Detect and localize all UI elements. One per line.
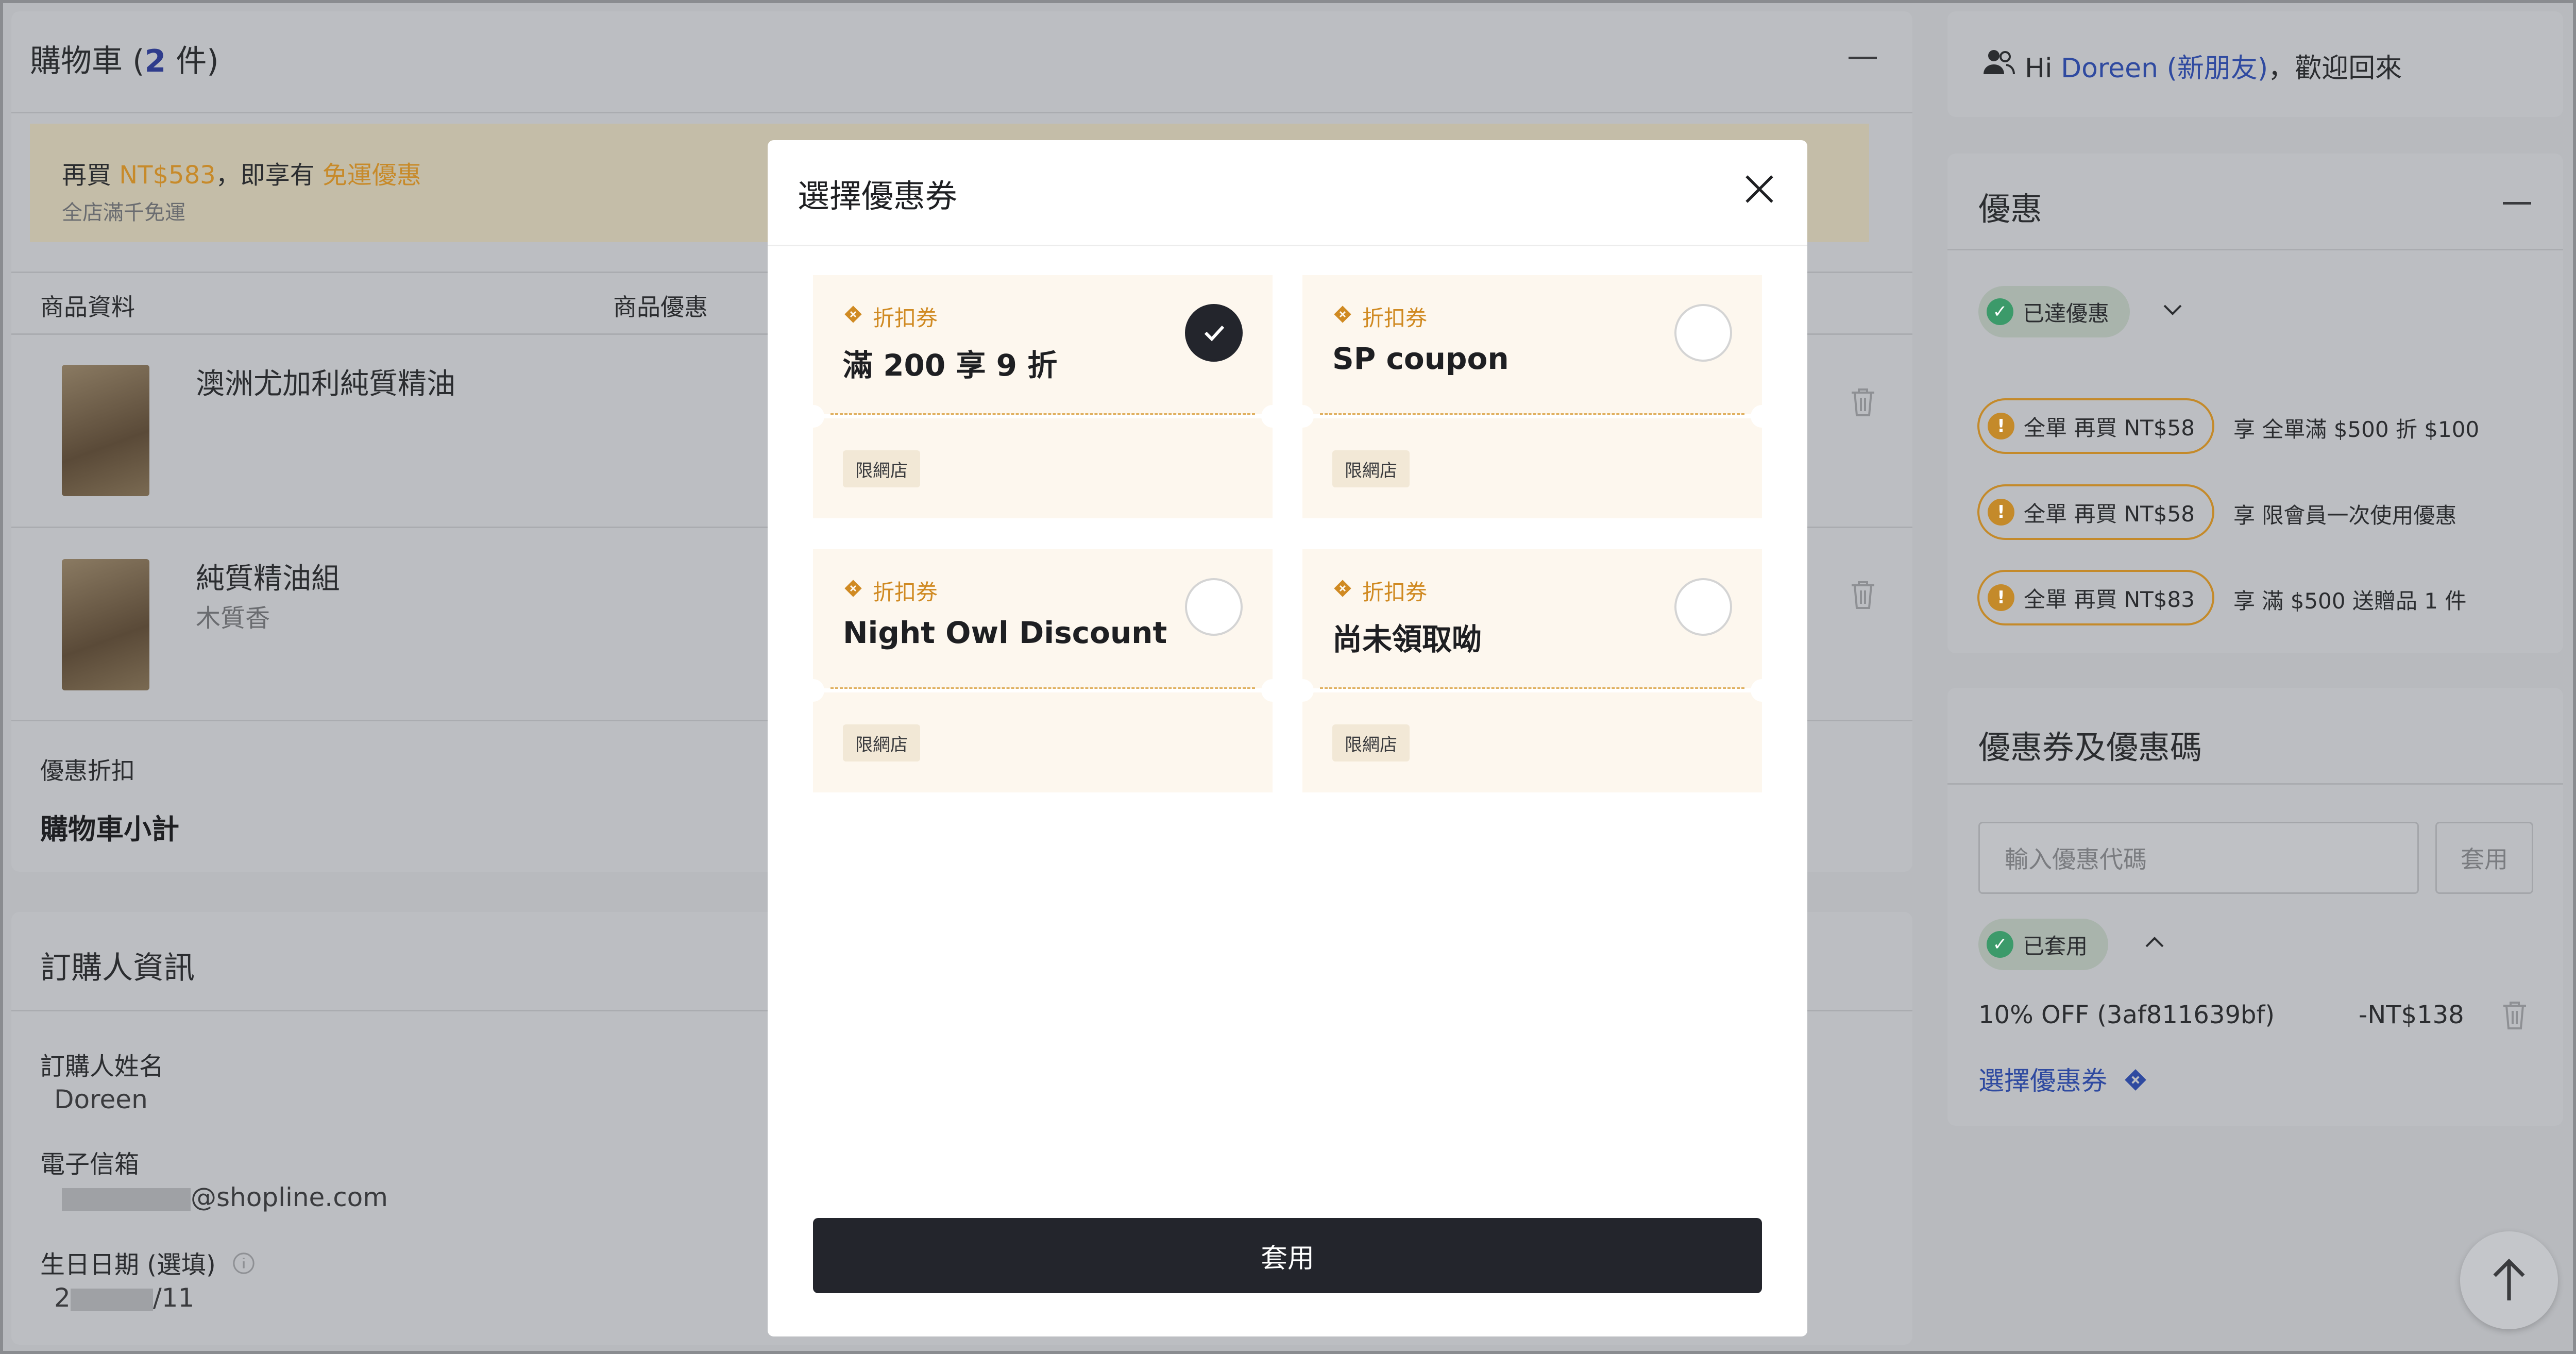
trash-icon[interactable] [1849, 578, 1877, 613]
product-name[interactable]: 純質精油組 [196, 555, 340, 597]
perforation-line [831, 413, 1255, 415]
name-label: 訂購人姓名 [40, 1052, 164, 1081]
close-icon [1745, 175, 1773, 203]
chevron-down-icon[interactable] [2161, 301, 2184, 319]
offer-description: 享 全單滿 $500 折 $100 [2233, 417, 2480, 442]
coupon-channel-tag: 限網店 [843, 450, 920, 487]
warning-icon: ! [1988, 584, 2014, 611]
perforation-line [1320, 687, 1744, 689]
greeting-text: Hi Doreen (新朋友)，歡迎回來 [2025, 53, 2402, 84]
product-name[interactable]: 澳洲尤加利純質精油 [196, 361, 455, 402]
promo-note: 全店滿千免運 [62, 201, 185, 225]
email-label: 電子信箱 [40, 1150, 140, 1179]
coupon-channel-tag: 限網店 [843, 724, 920, 761]
warning-icon: ! [1988, 413, 2014, 439]
trash-icon[interactable] [2500, 998, 2529, 1034]
product-image[interactable] [62, 365, 149, 496]
coupon-card[interactable]: 折扣券 SP coupon 限網店 [1291, 275, 1762, 518]
arrow-up-icon [2493, 1258, 2525, 1300]
column-header-discount: 商品優惠 [613, 293, 708, 321]
coupon-icon [1332, 578, 1362, 604]
coupon-radio[interactable] [1185, 578, 1243, 636]
applied-coupon-code: 10% OFF (3af811639bf) [1978, 1001, 2275, 1029]
promo-message: 再買 NT$583，即享有 免運優惠 [62, 161, 421, 190]
coupon-radio[interactable] [1674, 578, 1732, 636]
modal-title: 選擇優惠券 [798, 177, 958, 215]
divider [11, 112, 1912, 113]
offer-description: 享 滿 $500 送贈品 1 件 [2233, 588, 2467, 614]
collapse-cart-button[interactable] [1849, 57, 1877, 59]
coupon-card[interactable]: 折扣券滿 200 享 9 折限網店 [813, 275, 1284, 518]
user-icon [1982, 47, 2015, 78]
column-header-product: 商品資料 [40, 293, 135, 321]
choose-coupon-link[interactable]: 選擇優惠券 [1978, 1060, 2148, 1099]
offer-description: 享 限會員一次使用優惠 [2233, 503, 2457, 528]
coupon-type: 折扣券 [843, 575, 938, 606]
coupon-radio[interactable] [1674, 304, 1732, 362]
offer-condition-badge: ! 全單 再買 NT$58 [1977, 398, 2214, 454]
coupon-icon [843, 578, 873, 604]
collapse-offers-button[interactable] [2503, 202, 2531, 205]
perforation-line [831, 687, 1255, 689]
offer-condition-badge: ! 全單 再買 NT$83 [1977, 570, 2214, 625]
coupon-type: 折扣券 [1332, 575, 1427, 606]
coupon-select-modal: 選擇優惠券 折扣券滿 200 享 9 折限網店 折扣券 SP coupon 限網店 折扣… [768, 140, 1807, 1336]
coupon-name: Night Owl Discount [843, 615, 1167, 650]
divider [1947, 249, 2563, 250]
achieved-offers-badge[interactable]: ✓ 已達優惠 [1978, 286, 2130, 337]
product-image[interactable] [62, 559, 149, 690]
coupon-name: SP coupon [1332, 341, 1509, 376]
coupon-type: 折扣券 [843, 301, 938, 332]
masked-text [70, 1288, 153, 1311]
member-level-link[interactable]: Doreen (新朋友) [2061, 53, 2268, 84]
birthday-value: 2/11 [54, 1283, 195, 1313]
promo-code-apply-button[interactable]: 套用 [2435, 822, 2533, 894]
coupon-radio-selected[interactable] [1185, 304, 1243, 362]
ticket-notch [1291, 679, 1314, 702]
birthday-label: 生日日期 (選填) [40, 1244, 256, 1281]
warning-icon: ! [1988, 499, 2014, 526]
trash-icon[interactable] [1849, 385, 1877, 420]
coupon-channel-tag: 限網店 [1332, 450, 1410, 487]
coupon-card[interactable]: 折扣券尚未領取呦限網店 [1291, 549, 1762, 792]
applied-coupon-amount: -NT$138 [2359, 1001, 2464, 1029]
coupon-list[interactable]: 折扣券滿 200 享 9 折限網店 折扣券 SP coupon 限網店 折扣券 Night… [813, 275, 1762, 809]
offer-condition-badge: ! 全單 再買 NT$58 [1977, 484, 2214, 540]
ticket-notch [1261, 405, 1284, 428]
chevron-up-icon[interactable] [2143, 935, 2166, 953]
scroll-to-top-button[interactable] [2460, 1231, 2558, 1329]
check-icon: ✓ [1987, 931, 2013, 958]
check-icon: ✓ [1987, 298, 2013, 325]
discount-label: 優惠折扣 [40, 757, 135, 785]
cart-title: 購物車 (2 件) [30, 43, 219, 79]
coupon-channel-tag: 限網店 [1332, 724, 1410, 761]
coupon-icon [2123, 1067, 2148, 1099]
ticket-notch [1261, 679, 1284, 702]
coupon-card[interactable]: 折扣券 Night Owl Discount 限網店 [813, 549, 1284, 792]
product-variant: 木質香 [196, 604, 270, 633]
offers-title: 優惠 [1978, 190, 2043, 228]
coupons-title: 優惠券及優惠碼 [1978, 729, 2202, 766]
coupon-icon [1332, 304, 1362, 330]
name-value: Doreen [54, 1085, 148, 1114]
coupon-type: 折扣券 [1332, 301, 1427, 332]
coupon-name: 滿 200 享 9 折 [843, 348, 1058, 383]
email-value: @shopline.com [62, 1182, 388, 1212]
buyer-info-title: 訂購人資訊 [40, 950, 195, 986]
applied-badge[interactable]: ✓ 已套用 [1978, 919, 2109, 970]
coupon-name: 尚未領取呦 [1332, 622, 1482, 657]
promo-code-input[interactable]: 輸入優惠代碼 [1978, 822, 2419, 894]
divider [768, 245, 1807, 246]
close-button[interactable] [1736, 166, 1783, 212]
divider [1947, 783, 2563, 785]
masked-text [62, 1188, 191, 1211]
ticket-notch [1291, 405, 1314, 428]
apply-coupon-button[interactable]: 套用 [813, 1218, 1762, 1293]
subtotal-label: 購物車小計 [40, 813, 179, 845]
check-icon [1204, 325, 1225, 342]
perforation-line [1320, 413, 1744, 415]
info-icon[interactable] [232, 1251, 256, 1281]
coupon-icon [843, 304, 873, 330]
